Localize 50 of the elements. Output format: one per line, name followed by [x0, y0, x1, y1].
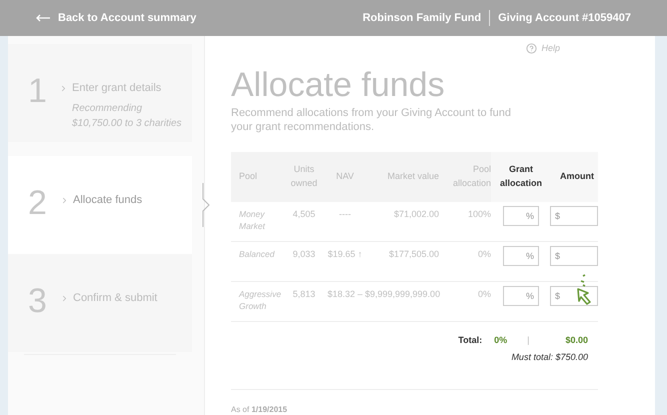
help-icon [526, 43, 538, 54]
total-percent: 0% [494, 334, 508, 346]
percent-field[interactable]: % [503, 206, 539, 226]
amount-field[interactable]: $ [550, 206, 598, 226]
arrow-left-icon [36, 14, 50, 22]
percent-field[interactable]: % [503, 246, 539, 266]
table-cell-text: 0% [476, 248, 491, 260]
table-cell-text: $19.65 ↑ [326, 248, 364, 260]
step-label: Enter grant details [72, 81, 162, 96]
total-amount: $0.00 [565, 334, 588, 346]
page-subtitle: Recommend allocations from your Giving Account to fund your grant recommendations. [231, 106, 512, 134]
column-header: Pool allocation [452, 163, 491, 190]
step-note: Recommending $10,750.00 to 3 charities [72, 102, 183, 130]
column-header: Grant allocation [491, 152, 551, 202]
help-link[interactable]: Help [541, 42, 560, 56]
column-header: NAV [335, 170, 355, 183]
step-label: Confirm & submit [73, 291, 158, 306]
table-cell-text: Aggressive Growth [238, 288, 282, 312]
column-header: Units owned [290, 163, 318, 190]
table-cell-text: $18.32 – [326, 288, 364, 300]
step-label: Allocate funds [73, 193, 142, 208]
chevron-icon [60, 294, 69, 303]
page-title: Allocate funds [231, 66, 446, 104]
table-cell-text: 0% [476, 288, 491, 300]
table-cell-text: 5,813 [292, 288, 316, 300]
table-cell-text: $71,002.00 [392, 208, 439, 220]
percent-field[interactable]: % [503, 286, 539, 306]
amount-field[interactable]: $ [550, 246, 598, 266]
column-header: Market value [386, 170, 439, 183]
table-cell-text: Balanced [238, 248, 276, 260]
chevron-icon [60, 196, 69, 205]
column-header: Pool [238, 170, 258, 183]
table-cell-text: 100% [466, 208, 491, 220]
table-cell-text: Money Market [238, 208, 266, 232]
table-cell-text: 4,505 [292, 208, 316, 220]
separator: | [527, 334, 530, 347]
back-link[interactable]: Back to Account summary [36, 10, 196, 26]
must-total: Must total: $750.00 [511, 351, 588, 364]
table-cell-text: 9,033 [292, 248, 316, 260]
total-label: Total: [458, 334, 482, 346]
chevron-icon [59, 84, 68, 93]
bracket-icon [202, 183, 210, 227]
column-header: Amount [551, 152, 598, 202]
as-of-date: As of 1/19/2015 [231, 404, 288, 415]
account-name: Giving Account #1059407 [498, 10, 631, 26]
table-cell-text: $9,999,999,999.00 [365, 288, 439, 300]
amount-field[interactable]: $ [550, 286, 598, 306]
table-cell-text: ---- [338, 208, 352, 220]
fund-name: Robinson Family Fund [362, 10, 482, 26]
table-cell-text: $177,505.00 [388, 248, 439, 260]
